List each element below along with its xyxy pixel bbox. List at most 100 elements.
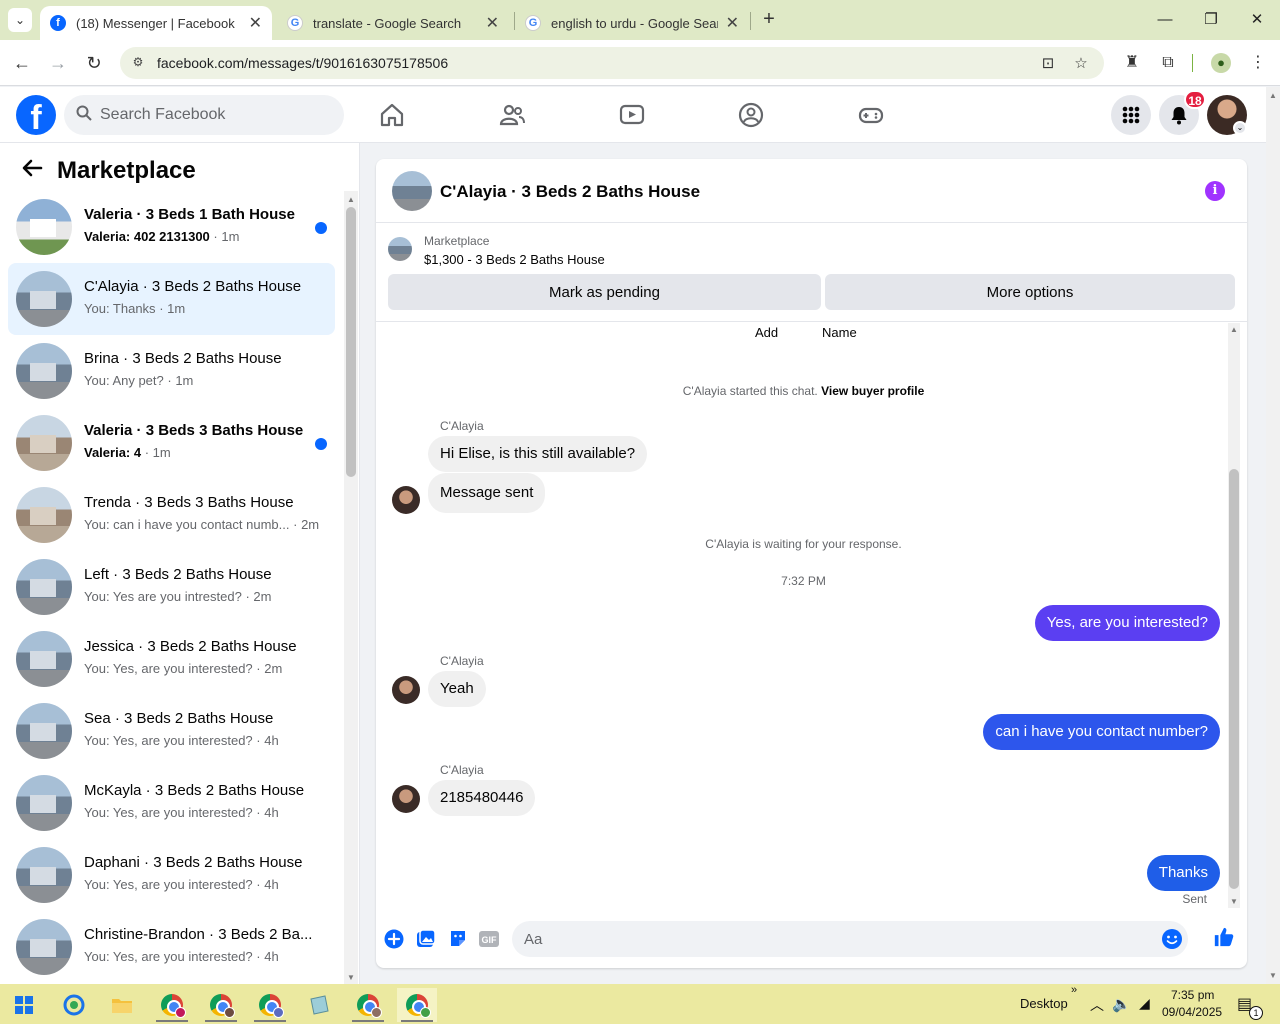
bookmark-star-icon[interactable]: ☆ xyxy=(1071,54,1091,74)
new-tab-button[interactable]: + xyxy=(758,8,780,30)
incoming-message[interactable]: Hi Elise, is this still available? xyxy=(428,436,648,472)
scrollbar-thumb[interactable] xyxy=(346,207,356,477)
conversation-item[interactable]: Left · 3 Beds 2 Baths House You: Yes are… xyxy=(8,551,335,623)
sticker-icon[interactable] xyxy=(447,928,469,950)
outgoing-message[interactable]: can i have you contact number? xyxy=(983,714,1220,750)
file-explorer-icon[interactable] xyxy=(102,988,142,1022)
chevron-up-icon[interactable]: ︿ xyxy=(1090,995,1104,1015)
view-buyer-profile-link[interactable]: View buyer profile xyxy=(821,384,924,398)
more-options-button[interactable]: More options xyxy=(825,274,1235,310)
home-icon[interactable] xyxy=(378,101,406,129)
account-caret-icon[interactable]: ⌄ xyxy=(1233,121,1247,135)
site-settings-icon[interactable]: ⚙ xyxy=(130,55,146,71)
windows-start-icon[interactable] xyxy=(4,988,44,1022)
scroll-down-arrow-icon[interactable]: ▼ xyxy=(1269,971,1277,980)
search-icon[interactable] xyxy=(54,988,94,1022)
install-app-icon[interactable]: ⊡ xyxy=(1038,54,1058,74)
tab-search-menu-button[interactable]: ⌄ xyxy=(8,8,32,32)
chrome-app-icon[interactable] xyxy=(152,988,192,1022)
tab-translate[interactable]: G translate - Google Search ✕ xyxy=(277,6,509,40)
reload-icon[interactable]: ↻ xyxy=(82,51,106,75)
chrome-app-icon[interactable] xyxy=(250,988,290,1022)
desktop-toolbar-label[interactable]: Desktop xyxy=(1020,996,1068,1011)
scroll-up-arrow-icon[interactable]: ▲ xyxy=(1269,91,1277,100)
conversation-item[interactable]: Valeria · 3 Beds 1 Bath House Valeria: 4… xyxy=(8,191,335,263)
conversation-item[interactable]: Jessica · 3 Beds 2 Baths House You: Yes,… xyxy=(8,623,335,695)
chrome-app-icon[interactable] xyxy=(397,988,437,1022)
chrome-app-icon[interactable] xyxy=(201,988,241,1022)
address-bar[interactable]: ⚙ facebook.com/messages/t/90161630751785… xyxy=(120,47,1104,79)
page-scrollbar[interactable]: ▲ ▼ xyxy=(1266,87,1280,984)
listing-price[interactable]: $1,300 - 3 Beds 2 Baths House xyxy=(424,252,605,267)
conversation-item[interactable]: Valeria · 3 Beds 3 Baths House Valeria: … xyxy=(8,407,335,479)
tab-english-to-urdu[interactable]: G english to urdu - Google Search ✕ xyxy=(515,6,749,40)
conversation-item[interactable]: Trenda · 3 Beds 3 Baths House You: can i… xyxy=(8,479,335,551)
sender-avatar[interactable] xyxy=(392,676,420,704)
scroll-up-arrow-icon[interactable]: ▲ xyxy=(1230,325,1238,334)
conversation-item[interactable]: Christine-Brandon · 3 Beds 2 Ba... You: … xyxy=(8,911,335,983)
scroll-down-arrow-icon[interactable]: ▼ xyxy=(347,973,355,982)
tab-messenger[interactable]: f (18) Messenger | Facebook ✕ xyxy=(40,6,272,40)
close-window-button[interactable]: ✕ xyxy=(1243,8,1271,32)
conversation-item[interactable]: Daphani · 3 Beds 2 Baths House You: Yes,… xyxy=(8,839,335,911)
back-arrow-icon[interactable]: ← xyxy=(10,51,34,75)
video-icon[interactable] xyxy=(618,101,646,129)
copilot-icon[interactable]: ♜ xyxy=(1120,51,1144,75)
name-label[interactable]: Name xyxy=(822,325,857,340)
browser-menu-icon[interactable]: ⋮ xyxy=(1246,51,1270,75)
chat-avatar[interactable] xyxy=(392,171,432,211)
message-input[interactable] xyxy=(524,921,1144,957)
profile-icon[interactable]: ● xyxy=(1209,51,1233,75)
add-label[interactable]: Add xyxy=(755,325,778,340)
chat-title[interactable]: C'Alayia · 3 Beds 2 Baths House xyxy=(440,182,700,202)
back-arrow-icon[interactable] xyxy=(18,157,46,185)
conversation-item[interactable]: McKayla · 3 Beds 2 Baths House You: Yes,… xyxy=(8,767,335,839)
groups-icon[interactable] xyxy=(737,101,765,129)
outgoing-message[interactable]: Yes, are you interested? xyxy=(1034,605,1220,641)
minimize-window-button[interactable]: — xyxy=(1151,8,1179,32)
sender-avatar[interactable] xyxy=(392,486,420,514)
like-thumb-icon[interactable] xyxy=(1213,926,1235,948)
url-text[interactable]: facebook.com/messages/t/9016163075178506 xyxy=(157,55,448,71)
clock-date[interactable]: 09/04/2025 xyxy=(1162,1005,1222,1019)
photo-icon[interactable] xyxy=(415,928,437,950)
wifi-icon[interactable]: ◢ xyxy=(1139,995,1150,1012)
menu-grid-icon[interactable] xyxy=(1111,95,1151,135)
gif-icon[interactable]: GIF xyxy=(478,928,500,950)
close-tab-icon[interactable]: ✕ xyxy=(726,13,739,33)
incoming-message[interactable]: 2185480446 xyxy=(428,780,536,816)
listing-thumbnail[interactable] xyxy=(388,237,412,261)
facebook-logo-icon[interactable]: f xyxy=(16,95,56,135)
plus-icon[interactable] xyxy=(383,928,405,950)
facebook-search-input[interactable] xyxy=(100,95,330,135)
incoming-message[interactable]: Message sent xyxy=(428,473,546,513)
clock-time[interactable]: 7:35 pm xyxy=(1171,988,1214,1002)
facebook-search-box[interactable] xyxy=(64,95,344,135)
volume-icon[interactable]: 🔈 xyxy=(1112,995,1131,1013)
outgoing-message[interactable]: Thanks xyxy=(1146,855,1220,891)
mark-as-pending-button[interactable]: Mark as pending xyxy=(388,274,821,310)
scroll-up-arrow-icon[interactable]: ▲ xyxy=(347,195,355,204)
chat-scrollbar[interactable]: ▲ ▼ xyxy=(1228,323,1240,908)
restore-window-button[interactable]: ❐ xyxy=(1197,8,1225,32)
sender-avatar[interactable] xyxy=(392,785,420,813)
message-input-box[interactable] xyxy=(512,921,1188,957)
gaming-icon[interactable] xyxy=(857,101,885,129)
close-tab-icon[interactable]: ✕ xyxy=(486,13,499,33)
info-icon[interactable]: i xyxy=(1205,181,1225,201)
extensions-icon[interactable]: ⧉ xyxy=(1156,51,1180,75)
sidebar-scrollbar[interactable]: ▲ ▼ xyxy=(344,191,358,984)
incoming-message[interactable]: Yeah xyxy=(428,671,486,707)
conversation-item[interactable]: Brina · 3 Beds 2 Baths House You: Any pe… xyxy=(8,335,335,407)
conversation-item[interactable]: Sea · 3 Beds 2 Baths House You: Yes, are… xyxy=(8,695,335,767)
chevron-double-right-icon[interactable]: » xyxy=(1071,984,1077,996)
scrollbar-thumb[interactable] xyxy=(1229,469,1239,889)
close-tab-icon[interactable]: ✕ xyxy=(249,13,262,33)
notes-app-icon[interactable] xyxy=(299,988,339,1022)
friends-icon[interactable] xyxy=(498,101,526,129)
emoji-icon[interactable] xyxy=(1161,928,1183,950)
scroll-down-arrow-icon[interactable]: ▼ xyxy=(1230,897,1238,906)
forward-arrow-icon[interactable]: → xyxy=(46,51,70,75)
conversation-item[interactable]: C'Alayia · 3 Beds 2 Baths House You: Tha… xyxy=(8,263,335,335)
chrome-app-icon[interactable] xyxy=(348,988,388,1022)
